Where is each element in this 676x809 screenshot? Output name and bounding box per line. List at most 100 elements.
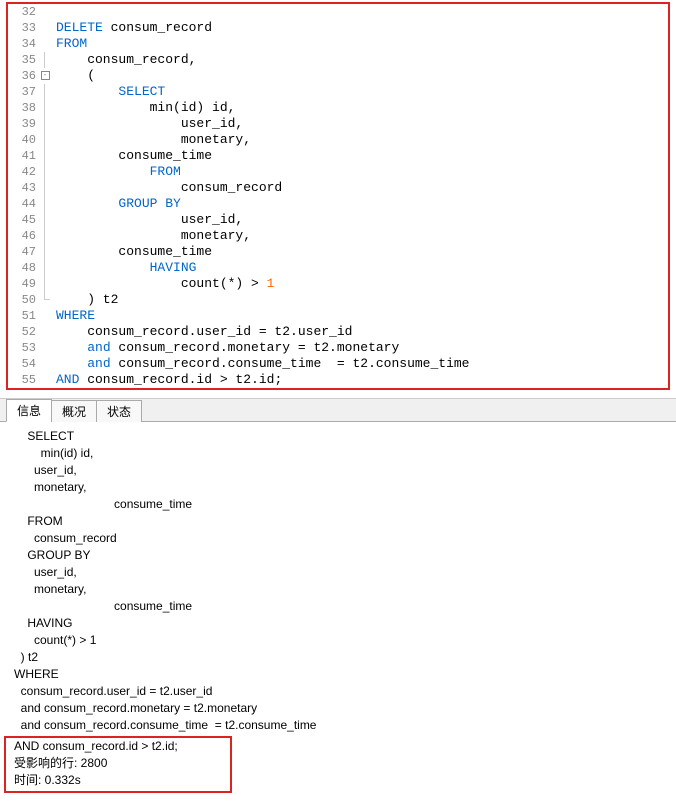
line-number: 39 xyxy=(8,116,38,132)
line-number: 34 xyxy=(8,36,38,52)
code-line[interactable]: 35 consum_record, xyxy=(8,52,668,68)
code-line[interactable]: 51WHERE xyxy=(8,308,668,324)
code-line[interactable]: 50 ) t2 xyxy=(8,292,668,308)
fold-gutter xyxy=(38,36,52,52)
code-text[interactable]: FROM xyxy=(52,36,87,52)
tab-status[interactable]: 状态 xyxy=(96,400,142,422)
line-number: 41 xyxy=(8,148,38,164)
code-text[interactable]: ( xyxy=(52,68,95,84)
line-number: 36 xyxy=(8,68,38,84)
code-line[interactable]: 37 SELECT xyxy=(8,84,668,100)
code-text[interactable]: count(*) > 1 xyxy=(52,276,274,292)
line-number: 54 xyxy=(8,356,38,372)
code-text[interactable]: user_id, xyxy=(52,212,243,228)
output-line: ) t2 xyxy=(14,649,672,666)
code-line[interactable]: 49 count(*) > 1 xyxy=(8,276,668,292)
code-line[interactable]: 33 DELETE consum_record xyxy=(8,20,668,36)
line-number: 33 xyxy=(8,20,38,36)
fold-gutter xyxy=(38,244,52,260)
output-line: user_id, xyxy=(14,462,672,479)
code-line[interactable]: 40 monetary, xyxy=(8,132,668,148)
tab-info[interactable]: 信息 xyxy=(6,399,52,422)
fold-gutter xyxy=(38,292,52,308)
line-number: 52 xyxy=(8,324,38,340)
output-line: monetary, xyxy=(14,479,672,496)
sql-editor[interactable]: 3233DELETE consum_record34FROM35 consum_… xyxy=(6,2,670,390)
fold-gutter xyxy=(38,372,52,388)
output-line: SELECT xyxy=(14,428,672,445)
code-line[interactable]: 54 and consum_record.consume_time = t2.c… xyxy=(8,356,668,372)
line-number: 48 xyxy=(8,260,38,276)
code-text[interactable]: min(id) id, xyxy=(52,100,235,116)
output-line: HAVING xyxy=(14,615,672,632)
output-panel: SELECT min(id) id, user_id, monetary, co… xyxy=(0,422,676,797)
code-line[interactable]: 45 user_id, xyxy=(8,212,668,228)
fold-gutter xyxy=(38,164,52,180)
code-text[interactable]: consum_record.user_id = t2.user_id xyxy=(52,324,352,340)
output-line: monetary, xyxy=(14,581,672,598)
line-number: 45 xyxy=(8,212,38,228)
line-number: 43 xyxy=(8,180,38,196)
code-text[interactable]: user_id, xyxy=(52,116,243,132)
code-text[interactable]: consum_record xyxy=(52,180,282,196)
code-text[interactable]: GROUP BY xyxy=(52,196,181,212)
code-text[interactable]: consum_record, xyxy=(52,52,196,68)
code-line[interactable]: 44 GROUP BY xyxy=(8,196,668,212)
code-line[interactable]: 32 xyxy=(8,4,668,20)
fold-gutter xyxy=(38,52,52,68)
output-line: GROUP BY xyxy=(14,547,672,564)
output-line: and consum_record.consume_time = t2.cons… xyxy=(14,717,672,734)
code-line[interactable]: 38 min(id) id, xyxy=(8,100,668,116)
code-line[interactable]: 52 consum_record.user_id = t2.user_id xyxy=(8,324,668,340)
line-number: 47 xyxy=(8,244,38,260)
code-text[interactable]: and consum_record.monetary = t2.monetary xyxy=(52,340,399,356)
line-number: 37 xyxy=(8,84,38,100)
code-line[interactable]: 43 consum_record xyxy=(8,180,668,196)
fold-gutter xyxy=(38,324,52,340)
code-line[interactable]: 55AND consum_record.id > t2.id; xyxy=(8,372,668,388)
output-line: and consum_record.monetary = t2.monetary xyxy=(14,700,672,717)
output-line: user_id, xyxy=(14,564,672,581)
code-line[interactable]: 48 HAVING xyxy=(8,260,668,276)
code-text[interactable]: AND consum_record.id > t2.id; xyxy=(52,372,282,388)
code-text[interactable] xyxy=(52,4,56,20)
code-text[interactable]: ) t2 xyxy=(52,292,118,308)
code-text[interactable]: WHERE xyxy=(52,308,95,324)
line-number: 46 xyxy=(8,228,38,244)
code-text[interactable]: DELETE consum_record xyxy=(52,20,212,36)
code-text[interactable]: monetary, xyxy=(52,228,251,244)
code-line[interactable]: 53 and consum_record.monetary = t2.monet… xyxy=(8,340,668,356)
fold-toggle-icon[interactable]: - xyxy=(41,71,50,80)
tab-profile[interactable]: 概况 xyxy=(51,400,97,422)
fold-gutter xyxy=(38,212,52,228)
line-number: 38 xyxy=(8,100,38,116)
output-line: count(*) > 1 xyxy=(14,632,672,649)
code-text[interactable]: HAVING xyxy=(52,260,196,276)
code-line[interactable]: 34 FROM xyxy=(8,36,668,52)
fold-gutter xyxy=(38,308,52,324)
elapsed-time: 时间: 0.332s xyxy=(14,772,226,789)
line-number: 44 xyxy=(8,196,38,212)
fold-gutter xyxy=(38,356,52,372)
code-line[interactable]: 36- ( xyxy=(8,68,668,84)
output-line: min(id) id, xyxy=(14,445,672,462)
output-line: consum_record.user_id = t2.user_id xyxy=(14,683,672,700)
code-line[interactable]: 39 user_id, xyxy=(8,116,668,132)
fold-gutter[interactable]: - xyxy=(38,68,52,84)
code-text[interactable]: SELECT xyxy=(52,84,165,100)
line-number: 49 xyxy=(8,276,38,292)
code-text[interactable]: FROM xyxy=(52,164,181,180)
code-text[interactable]: consume_time xyxy=(52,244,212,260)
code-line[interactable]: 41 consume_time xyxy=(8,148,668,164)
fold-gutter xyxy=(38,276,52,292)
fold-gutter xyxy=(38,116,52,132)
fold-gutter xyxy=(38,4,52,20)
code-text[interactable]: monetary, xyxy=(52,132,251,148)
fold-gutter xyxy=(38,148,52,164)
code-text[interactable]: consume_time xyxy=(52,148,212,164)
code-line[interactable]: 46 monetary, xyxy=(8,228,668,244)
code-line[interactable]: 42 FROM xyxy=(8,164,668,180)
line-number: 32 xyxy=(8,4,38,20)
code-line[interactable]: 47 consume_time xyxy=(8,244,668,260)
code-text[interactable]: and consum_record.consume_time = t2.cons… xyxy=(52,356,469,372)
